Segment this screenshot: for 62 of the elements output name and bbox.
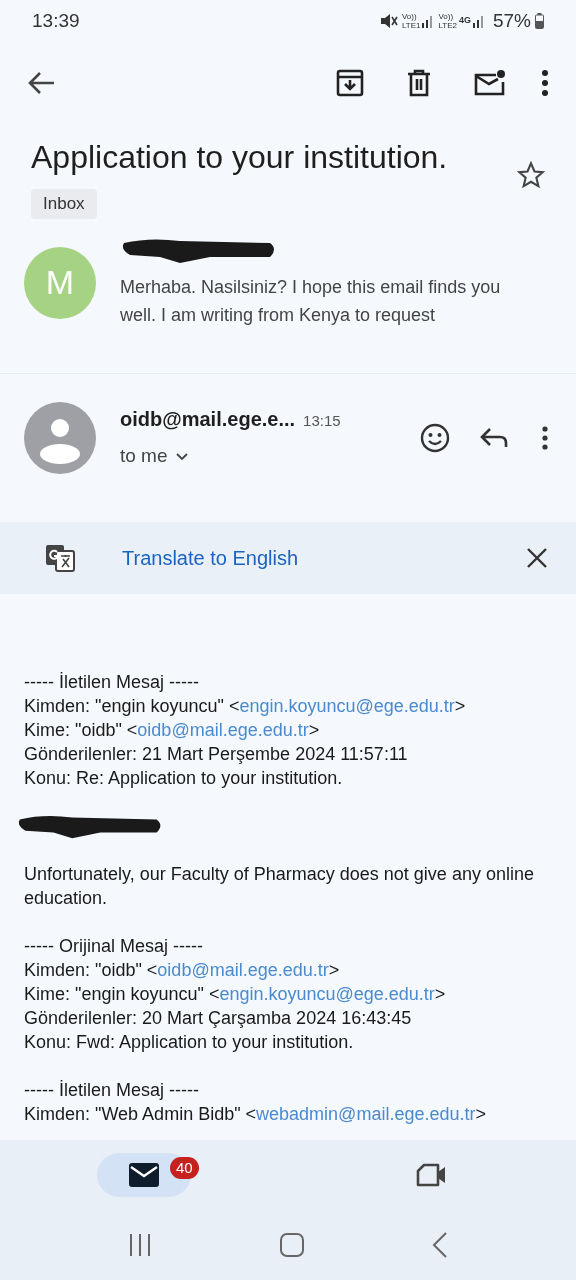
body-text: Konu: Fwd: Application to your institution. [24, 1030, 355, 1054]
recent-apps-button[interactable] [128, 1233, 152, 1257]
body-text: ----- İletilen Mesaj ----- [24, 1078, 200, 1102]
header-line: Kime: "engin koyuncu" <engin.koyuncu@ege.edu.tr> [24, 982, 447, 1006]
back-chevron-icon [432, 1232, 448, 1258]
email-link[interactable]: engin.koyuncu@ege.edu.tr [239, 695, 455, 716]
body-text: ----- İletilen Mesaj ----- [24, 670, 200, 694]
star-button[interactable] [517, 159, 545, 191]
network-label: LTE1 [401, 21, 421, 30]
message-time: 13:15 [303, 411, 341, 432]
status-time: 13:39 [32, 8, 80, 33]
body-text: Unfortunately, our Faculty of Pharmacy does not give any online education. [24, 862, 535, 910]
email-link[interactable]: oidb@mail.ege.edu.tr [137, 719, 309, 740]
mute-icon [379, 13, 398, 29]
mail-dot-icon [474, 69, 506, 97]
close-icon [526, 546, 548, 569]
person-avatar-icon [24, 401, 96, 474]
trash-icon [406, 69, 432, 97]
network-label: LTE2 [438, 21, 457, 30]
body-text: Konu: Re: Application to your institution. [24, 766, 344, 790]
back-arrow-icon [28, 71, 56, 95]
body-text: Gönderilenler: 20 Mart Çarşamba 2024 16:43:45 [24, 1006, 413, 1030]
more-icon [542, 70, 548, 96]
network-type: 4G [458, 14, 471, 28]
message-row[interactable]: M Merhaba. Nasilsiniz? I hope this email finds you well. I am writing from Kenya to request [0, 218, 576, 374]
header-line: Kime: "oidb" <oidb@mail.ege.edu.tr> [24, 718, 321, 742]
chevron-down-icon [175, 452, 188, 461]
body-text: Gönderilenler: 21 Mart Perşembe 2024 11:57:11 [24, 742, 409, 766]
body-text: ----- Orijinal Mesaj ----- [24, 934, 204, 958]
message-snippet: Merhaba. Nasilsiniz? I hope this email finds you well. I am writing from Kenya to request [120, 275, 502, 327]
email-subject: Application to your institution. [31, 138, 449, 177]
recent-apps-icon [128, 1233, 152, 1257]
sender-name: oidb@mail.ege.e... [120, 407, 296, 433]
mail-tab[interactable] [97, 1153, 191, 1197]
star-icon [517, 161, 545, 189]
network-label: Vo)) [401, 12, 418, 21]
header-line: Kimden: "oidb" <oidb@mail.ege.edu.tr> [24, 958, 341, 982]
unread-badge: 40 [170, 1157, 199, 1179]
translate-icon [44, 542, 76, 573]
avatar: M [24, 246, 96, 319]
network-label: Vo)) [438, 12, 455, 21]
inbox-label: Inbox [31, 189, 97, 219]
video-camera-icon [416, 1163, 448, 1187]
system-back-button[interactable] [432, 1232, 448, 1258]
more-icon [542, 425, 548, 450]
smiley-icon [420, 422, 450, 453]
recipient-toggle[interactable]: to me [120, 442, 341, 471]
home-button[interactable] [280, 1233, 304, 1257]
header-line: Kimden: "engin koyuncu" <engin.koyuncu@ege.edu.tr> [24, 694, 467, 718]
battery-icon [535, 13, 544, 29]
mail-icon [129, 1163, 159, 1187]
email-link[interactable]: webadmin@mail.ege.edu.tr [256, 1103, 476, 1124]
signal-icon [472, 14, 485, 28]
battery-percent: 57% [492, 8, 531, 33]
email-link[interactable]: oidb@mail.ege.edu.tr [157, 959, 329, 980]
email-link[interactable]: engin.koyuncu@ege.edu.tr [219, 983, 435, 1004]
reply-icon [480, 426, 508, 449]
home-icon [280, 1233, 304, 1257]
translate-button[interactable]: Translate to English [122, 542, 298, 573]
signal-icon [422, 14, 435, 28]
header-line: Kimden: "Web Admin Bidb" <webadmin@mail.ege.edu.tr> [24, 1102, 487, 1126]
archive-icon [336, 69, 364, 97]
